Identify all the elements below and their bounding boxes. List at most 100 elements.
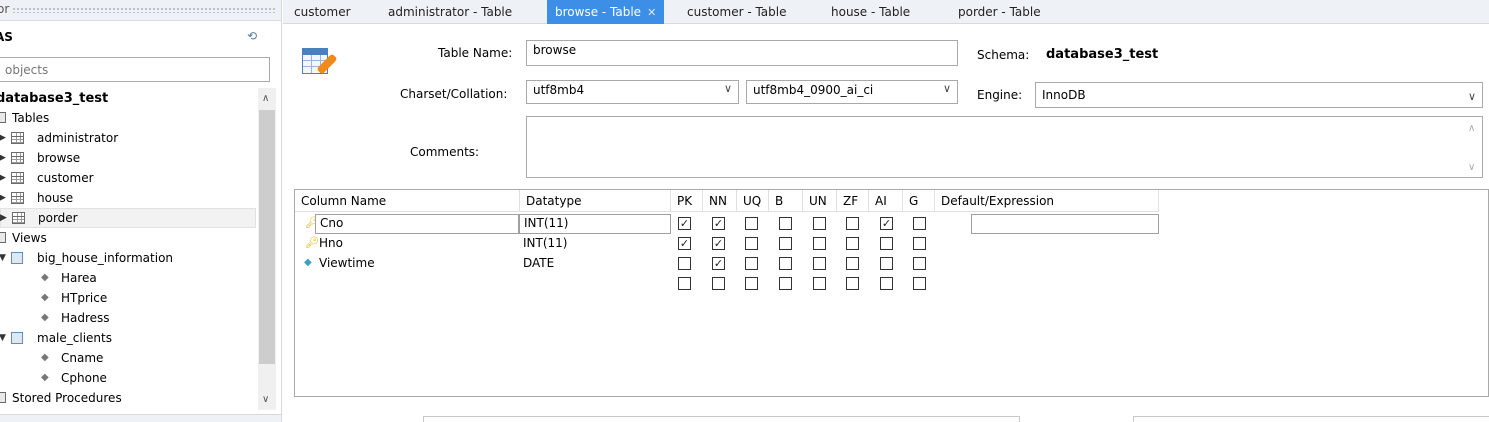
collapse-arrow-icon[interactable]: ▼ (0, 328, 6, 348)
table-row[interactable]: ◆ Viewtime DATE ✓ (295, 254, 1489, 274)
header-uq[interactable]: UQ (737, 190, 769, 212)
table-name-input[interactable]: browse (526, 40, 958, 66)
pk-checkbox[interactable]: ✓ (678, 237, 691, 250)
tab-customer-table[interactable]: customer - Table (687, 0, 787, 24)
g-checkbox[interactable] (913, 277, 926, 290)
zf-checkbox[interactable] (846, 217, 859, 230)
tree-table-item[interactable]: ▶ house (0, 188, 256, 208)
column-name-cell[interactable]: Hno (315, 234, 519, 254)
expand-arrow-icon[interactable]: ▶ (0, 188, 6, 208)
tree-table-item[interactable]: ▶ browse (0, 148, 256, 168)
column-name-cell[interactable]: Viewtime (315, 254, 519, 274)
header-b[interactable]: B (769, 190, 803, 212)
header-un[interactable]: UN (803, 190, 837, 212)
header-column-name[interactable]: Column Name (295, 190, 520, 212)
tab-porder-table[interactable]: porder - Table (958, 0, 1041, 24)
tab-administrator-table[interactable]: administrator - Table (388, 0, 512, 24)
nn-checkbox[interactable] (712, 277, 725, 290)
refresh-icon[interactable]: ⟲ (247, 29, 257, 43)
collation-select[interactable]: utf8mb4_0900_ai_ci ∨ (746, 80, 958, 104)
close-tab-icon[interactable]: ✕ (647, 6, 656, 19)
filter-objects-input[interactable] (0, 57, 270, 82)
expand-arrow-icon[interactable]: ▶ (0, 168, 6, 188)
pk-checkbox[interactable]: ✓ (678, 217, 691, 230)
header-zf[interactable]: ZF (837, 190, 869, 212)
tree-table-item[interactable]: ▶ customer (0, 168, 256, 188)
datatype-cell[interactable]: INT(11) (519, 234, 671, 254)
datatype-cell[interactable]: INT(11) (519, 214, 671, 234)
stored-procedures-label: Stored Procedures (12, 391, 122, 405)
schema-label: Schema: (977, 48, 1030, 62)
uq-checkbox[interactable] (745, 237, 758, 250)
tab-label: administrator - Table (388, 5, 513, 19)
textarea-scrollbar[interactable]: ∧ ∨ (1466, 119, 1480, 175)
uq-checkbox[interactable] (745, 217, 758, 230)
table-row[interactable]: 🔑︎ Hno INT(11) ✓ ✓ (295, 234, 1489, 254)
tab-customer[interactable]: customer (294, 0, 351, 24)
tab-house-table[interactable]: house - Table (831, 0, 910, 24)
nn-checkbox[interactable]: ✓ (712, 257, 725, 270)
uq-checkbox[interactable] (745, 257, 758, 270)
schema-node[interactable]: database3_test (0, 88, 108, 108)
zf-checkbox[interactable] (846, 257, 859, 270)
zf-checkbox[interactable] (846, 237, 859, 250)
header-g[interactable]: G (903, 190, 935, 212)
panel-grip[interactable] (12, 7, 276, 13)
scroll-down-icon[interactable]: ∨ (262, 394, 269, 405)
g-checkbox[interactable] (913, 257, 926, 270)
table-name: house (37, 191, 74, 205)
scroll-up-icon[interactable]: ∧ (1468, 123, 1475, 134)
table-row[interactable] (295, 274, 1489, 294)
engine-select[interactable]: InnoDB ∨ (1035, 82, 1483, 108)
un-checkbox[interactable] (813, 257, 826, 270)
nn-checkbox[interactable]: ✓ (712, 237, 725, 250)
g-checkbox[interactable] (913, 217, 926, 230)
expand-arrow-icon[interactable]: ▶ (0, 128, 6, 148)
collapse-arrow-icon[interactable]: ▼ (0, 248, 6, 268)
header-nn[interactable]: NN (703, 190, 737, 212)
b-checkbox[interactable] (779, 257, 792, 270)
table-row[interactable]: 🔑︎ Cno INT(11) ✓ ✓ ✓ (295, 214, 1489, 234)
tree-scrollbar[interactable]: ∧ ∨ (258, 88, 276, 410)
view-column-name: Hadress (61, 311, 110, 325)
zf-checkbox[interactable] (846, 277, 859, 290)
tree-table-item-selected[interactable]: ▶ porder (0, 208, 256, 228)
expand-arrow-icon[interactable]: ▶ (0, 148, 6, 168)
scroll-up-icon[interactable]: ∧ (262, 93, 269, 104)
un-checkbox[interactable] (813, 237, 826, 250)
b-checkbox[interactable] (779, 217, 792, 230)
scroll-down-icon[interactable]: ∨ (1468, 162, 1475, 173)
ai-checkbox[interactable] (880, 237, 893, 250)
un-checkbox[interactable] (813, 277, 826, 290)
nn-checkbox[interactable]: ✓ (712, 217, 725, 230)
datatype-cell[interactable]: DATE (519, 254, 671, 274)
pk-checkbox[interactable] (678, 257, 691, 270)
expand-arrow-icon[interactable]: ▶ (0, 209, 7, 227)
un-checkbox[interactable] (813, 217, 826, 230)
ai-checkbox[interactable] (880, 257, 893, 270)
pk-checkbox[interactable] (678, 277, 691, 290)
default-expression-input[interactable] (971, 214, 1159, 234)
chevron-down-icon: ∨ (942, 82, 951, 95)
table-icon (11, 172, 24, 184)
header-pk[interactable]: PK (671, 190, 703, 212)
g-checkbox[interactable] (913, 237, 926, 250)
scroll-thumb[interactable] (259, 110, 275, 364)
tree-table-item[interactable]: ▶ administrator (0, 128, 256, 148)
column-detail-field[interactable] (1133, 416, 1489, 422)
column-name-cell[interactable]: Cno (315, 214, 519, 234)
ai-checkbox[interactable] (880, 277, 893, 290)
uq-checkbox[interactable] (745, 277, 758, 290)
tab-browse-table[interactable]: browse - Table ✕ (547, 0, 665, 24)
ai-checkbox[interactable]: ✓ (880, 217, 893, 230)
header-default-expression[interactable]: Default/Expression (935, 190, 1159, 212)
charset-select[interactable]: utf8mb4 ∨ (526, 80, 739, 104)
b-checkbox[interactable] (779, 277, 792, 290)
table-name: administrator (37, 131, 119, 145)
b-checkbox[interactable] (779, 237, 792, 250)
header-datatype[interactable]: Datatype (520, 190, 671, 212)
column-detail-field[interactable] (423, 416, 1020, 422)
comments-textarea[interactable]: ∧ ∨ (526, 116, 1483, 178)
header-ai[interactable]: AI (869, 190, 903, 212)
tab-label: house - Table (831, 5, 911, 19)
